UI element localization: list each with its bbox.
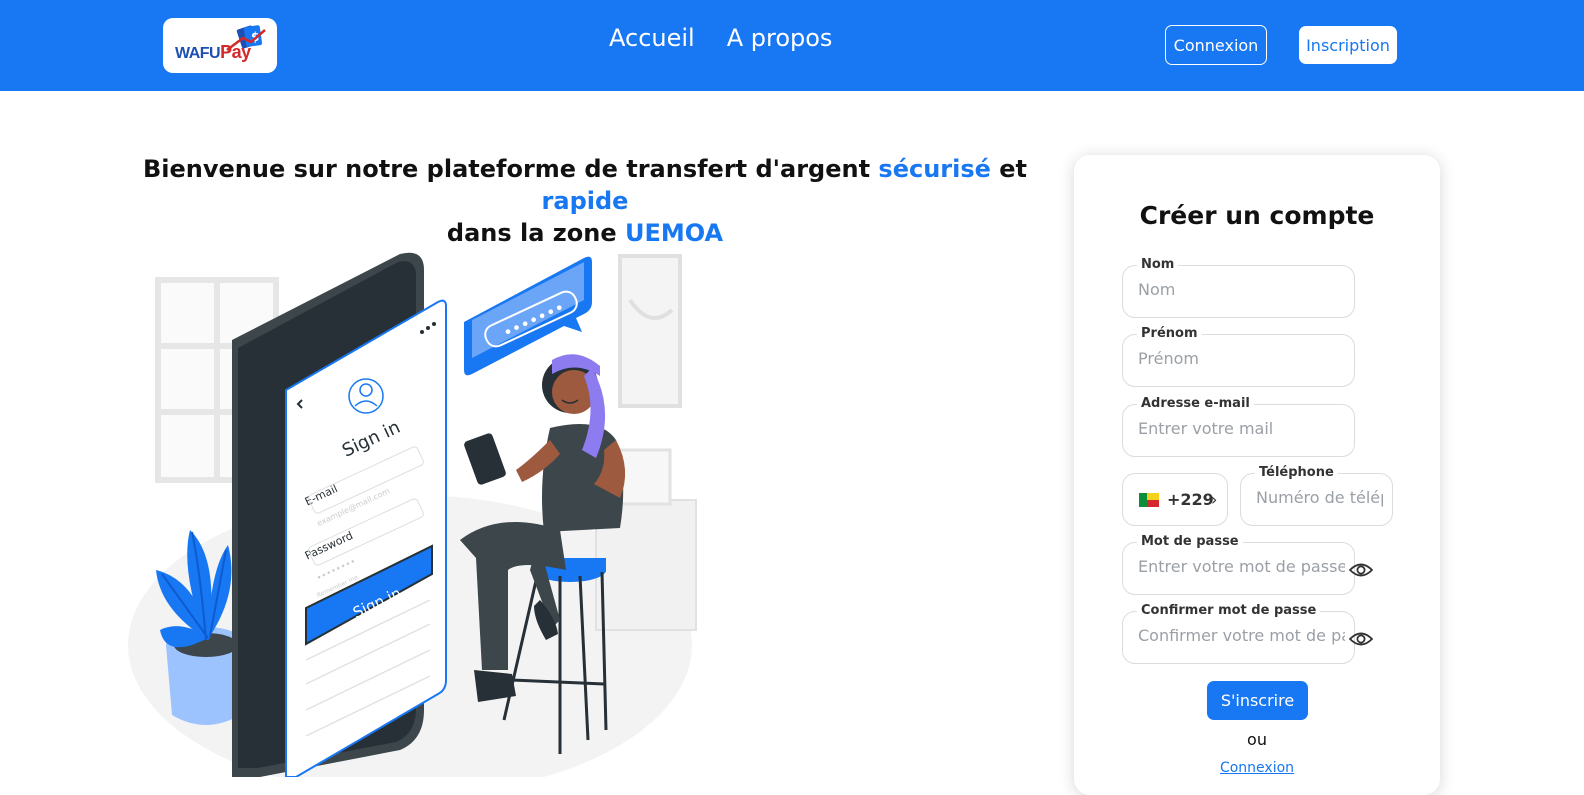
prenom-label: Prénom bbox=[1137, 326, 1202, 342]
hero-title-part1: Bienvenue sur notre plateforme de transf… bbox=[142, 155, 879, 183]
signup-button[interactable]: Inscription bbox=[1299, 26, 1397, 64]
logo-text-accent: Pay bbox=[220, 42, 251, 62]
or-separator: ou bbox=[1247, 730, 1267, 749]
prenom-field: Prénom bbox=[1122, 326, 1355, 387]
telephone-field: Téléphone bbox=[1240, 465, 1393, 526]
nav-a-propos[interactable]: A propos bbox=[727, 24, 833, 52]
eye-icon-confirm[interactable] bbox=[1349, 630, 1373, 648]
hero-highlight-rapide: rapide bbox=[541, 187, 629, 215]
confirm-password-field: Confirmer mot de passe bbox=[1122, 603, 1355, 664]
eye-icon-password[interactable] bbox=[1349, 561, 1373, 579]
country-code: +229 bbox=[1167, 490, 1214, 509]
nom-input[interactable] bbox=[1138, 280, 1345, 299]
hero-title-part2: et bbox=[990, 155, 1028, 183]
confirm-password-label: Confirmer mot de passe bbox=[1137, 603, 1321, 619]
confirm-password-input[interactable] bbox=[1138, 626, 1345, 645]
benin-flag-icon bbox=[1139, 493, 1159, 507]
signup-title: Créer un compte bbox=[1139, 201, 1375, 230]
telephone-input[interactable] bbox=[1256, 488, 1383, 507]
email-label: Adresse e-mail bbox=[1137, 396, 1254, 412]
login-link[interactable]: Connexion bbox=[1074, 760, 1440, 776]
password-field: Mot de passe bbox=[1122, 534, 1355, 595]
email-field: Adresse e-mail bbox=[1122, 396, 1355, 457]
password-input[interactable] bbox=[1138, 557, 1345, 576]
navbar: $ WAFUPay Accueil A propos Connexion Ins… bbox=[0, 0, 1584, 91]
nom-field: Nom bbox=[1122, 257, 1355, 318]
nav-links: Accueil A propos bbox=[609, 24, 832, 52]
hero-highlight-securise: sécurisé bbox=[878, 155, 991, 183]
signin-illustration: Sign in E-mail example@mail.com Password… bbox=[128, 252, 697, 777]
nav-accueil[interactable]: Accueil bbox=[609, 24, 695, 52]
email-input[interactable] bbox=[1138, 419, 1345, 438]
sinscrire-button[interactable]: S'inscrire bbox=[1207, 681, 1308, 720]
logo-text: WAFUPay bbox=[175, 42, 251, 63]
prenom-input[interactable] bbox=[1138, 349, 1345, 368]
login-button[interactable]: Connexion bbox=[1165, 25, 1267, 65]
hero-title: Bienvenue sur notre plateforme de transf… bbox=[130, 153, 1040, 249]
chevron-right-icon: › bbox=[1211, 490, 1218, 509]
telephone-label: Téléphone bbox=[1255, 465, 1338, 481]
nom-label: Nom bbox=[1137, 257, 1179, 273]
country-code-select[interactable]: +229 › bbox=[1122, 473, 1228, 526]
logo-text-main: WAFU bbox=[175, 45, 221, 62]
password-label: Mot de passe bbox=[1137, 534, 1243, 550]
logo[interactable]: $ WAFUPay bbox=[163, 18, 277, 73]
